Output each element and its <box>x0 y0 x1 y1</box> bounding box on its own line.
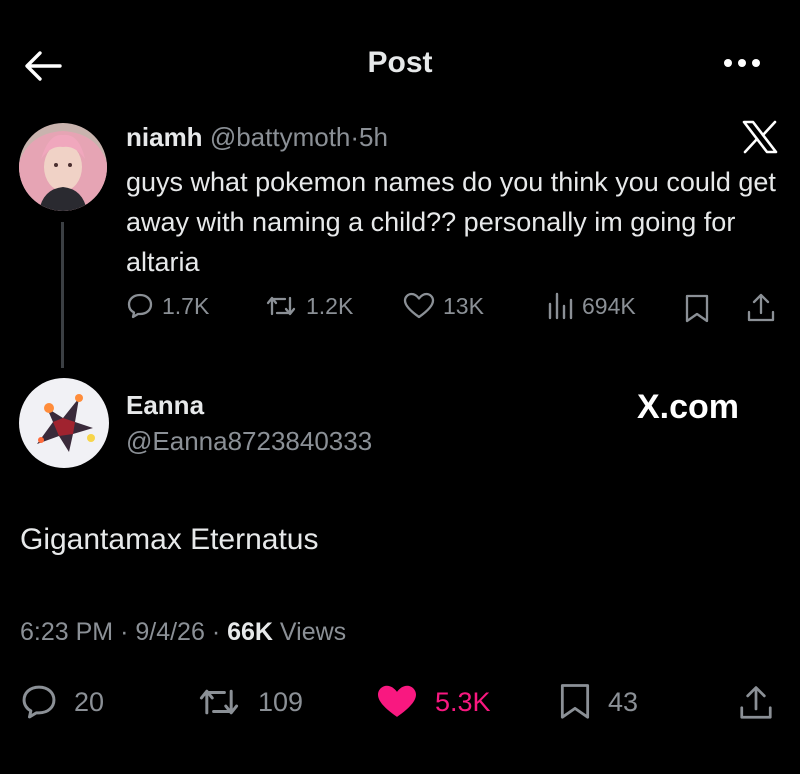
reply-button[interactable]: 20 <box>20 683 104 721</box>
repost-icon <box>199 689 239 715</box>
avatar-eanna[interactable] <box>19 378 109 468</box>
like-count: 5.3K <box>435 686 491 717</box>
post-time[interactable]: 6:23 PM <box>20 618 113 646</box>
x-com-watermark: X.com <box>637 388 740 426</box>
post-date[interactable]: 9/4/26 <box>135 618 205 646</box>
share-icon <box>740 686 772 719</box>
quoted-bookmark-button[interactable] <box>684 294 710 324</box>
page-title: Post <box>367 46 433 79</box>
quoted-like-button[interactable]: 13K <box>403 292 484 320</box>
heart-icon <box>403 292 435 319</box>
quoted-post-text: guys what pokemon names do you think you… <box>126 167 776 277</box>
avatar-niamh[interactable] <box>19 123 107 211</box>
views-chart-icon <box>548 292 573 320</box>
x-logo-icon <box>742 120 778 154</box>
bookmark-icon <box>685 294 709 323</box>
quoted-post-header: niamh @battymoth·5h <box>126 122 388 153</box>
bookmark-icon <box>560 684 590 719</box>
share-icon <box>747 293 775 322</box>
repost-button[interactable]: 109 <box>196 683 303 721</box>
more-options-button[interactable] <box>722 56 762 70</box>
heart-filled-icon <box>378 685 416 717</box>
separator-dot: · <box>211 618 221 646</box>
views-label[interactable]: Views <box>280 618 346 646</box>
bookmark-count: 43 <box>608 686 639 717</box>
comment-icon <box>22 685 56 719</box>
separator-dot: · <box>120 618 129 646</box>
views-count: 66K <box>227 618 273 646</box>
reply-author-name[interactable]: Eanna <box>126 390 204 421</box>
separator-dot: · <box>350 122 360 152</box>
thread-connector <box>61 222 64 368</box>
ellipsis-icon <box>724 59 760 67</box>
quoted-reply-button[interactable]: 1.7K <box>126 292 209 320</box>
repost-icon <box>266 296 296 316</box>
quoted-post-time: 5h <box>359 122 388 152</box>
quoted-views-count: 694K <box>582 292 636 319</box>
reply-author-handle[interactable]: @Eanna8723840333 <box>126 426 372 457</box>
repost-count: 109 <box>258 686 304 717</box>
quoted-author-handle[interactable]: @battymoth <box>210 122 351 152</box>
quoted-author-name[interactable]: niamh <box>126 122 203 152</box>
bookmark-button[interactable]: 43 <box>558 683 638 721</box>
quoted-views-button[interactable]: 694K <box>546 292 636 320</box>
quoted-reply-count: 1.7K <box>162 292 210 319</box>
post-metadata: 6:23 PM · 9/4/26 · 66K Views <box>20 618 346 647</box>
reply-text: Gigantamax Eternatus <box>20 523 319 556</box>
share-button[interactable] <box>738 684 774 722</box>
comment-icon <box>127 293 153 319</box>
quoted-repost-count: 1.2K <box>306 292 354 319</box>
reply-count: 20 <box>74 686 105 717</box>
quoted-like-count: 13K <box>443 292 484 319</box>
quoted-share-button[interactable] <box>746 292 776 324</box>
quoted-repost-button[interactable]: 1.2K <box>264 292 353 320</box>
like-button[interactable]: 5.3K <box>375 683 491 721</box>
